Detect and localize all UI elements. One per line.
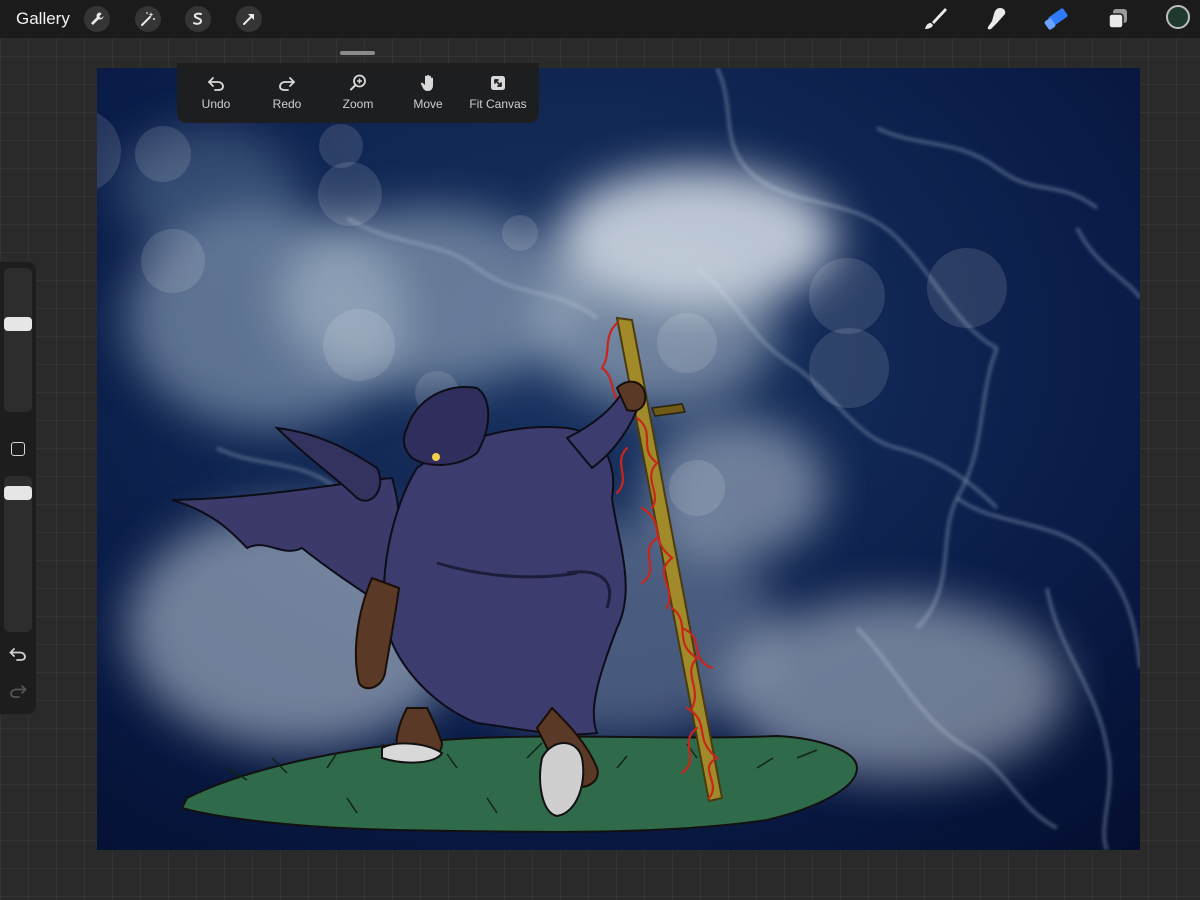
redo-button[interactable]: Redo bbox=[252, 73, 322, 111]
opacity-thumb[interactable] bbox=[4, 486, 32, 500]
zoom-label: Zoom bbox=[342, 97, 374, 111]
zoom-icon bbox=[350, 74, 366, 91]
redo-icon bbox=[10, 685, 27, 698]
wrench-icon bbox=[91, 12, 104, 25]
actions-button[interactable] bbox=[84, 6, 110, 32]
magic-wand-icon bbox=[141, 12, 155, 26]
opacity-slider[interactable] bbox=[4, 476, 32, 632]
transform-arrow-icon bbox=[243, 14, 254, 25]
sidebar-undo-button[interactable] bbox=[8, 645, 28, 663]
modify-button[interactable] bbox=[11, 442, 25, 456]
brush-size-thumb[interactable] bbox=[4, 317, 32, 331]
fit-canvas-label: Fit Canvas bbox=[469, 97, 527, 111]
redo-icon bbox=[279, 77, 295, 91]
drawing-canvas[interactable] bbox=[97, 68, 1140, 850]
undo-icon bbox=[208, 77, 224, 91]
color-picker-swatch[interactable] bbox=[1166, 5, 1190, 29]
gallery-button[interactable]: Gallery bbox=[16, 9, 70, 29]
eraser-icon bbox=[1044, 8, 1068, 30]
fit-canvas-button[interactable]: Fit Canvas bbox=[463, 73, 533, 111]
fit-canvas-icon bbox=[491, 76, 505, 90]
hand-icon bbox=[420, 74, 433, 91]
smudge-tool-button[interactable] bbox=[981, 4, 1011, 34]
eraser-tool-button[interactable] bbox=[1042, 4, 1072, 34]
move-label: Move bbox=[413, 97, 443, 111]
selection-icon bbox=[193, 12, 203, 25]
transform-button[interactable] bbox=[236, 6, 262, 32]
artwork-illustration bbox=[97, 68, 1140, 850]
quick-actions-panel: Undo Redo Zoom Move Fit Canvas bbox=[177, 63, 539, 123]
undo-icon bbox=[9, 648, 26, 661]
sidebar-redo-button[interactable] bbox=[8, 682, 28, 700]
layers-icon bbox=[1108, 9, 1127, 29]
left-sidebar bbox=[0, 262, 36, 714]
layers-button[interactable] bbox=[1103, 4, 1133, 34]
undo-button[interactable]: Undo bbox=[181, 73, 251, 111]
adjustments-button[interactable] bbox=[135, 6, 161, 32]
top-toolbar: Gallery bbox=[0, 0, 1200, 38]
brush-size-slider[interactable] bbox=[4, 268, 32, 412]
move-button[interactable]: Move bbox=[393, 73, 463, 111]
zoom-button[interactable]: Zoom bbox=[323, 73, 393, 111]
undo-label: Undo bbox=[201, 97, 231, 111]
selection-button[interactable] bbox=[185, 6, 211, 32]
panel-grabber-handle[interactable] bbox=[340, 51, 375, 55]
redo-label: Redo bbox=[272, 97, 302, 111]
smudge-icon bbox=[987, 8, 1006, 30]
brush-tool-button[interactable] bbox=[920, 4, 950, 34]
brush-icon bbox=[925, 8, 947, 29]
